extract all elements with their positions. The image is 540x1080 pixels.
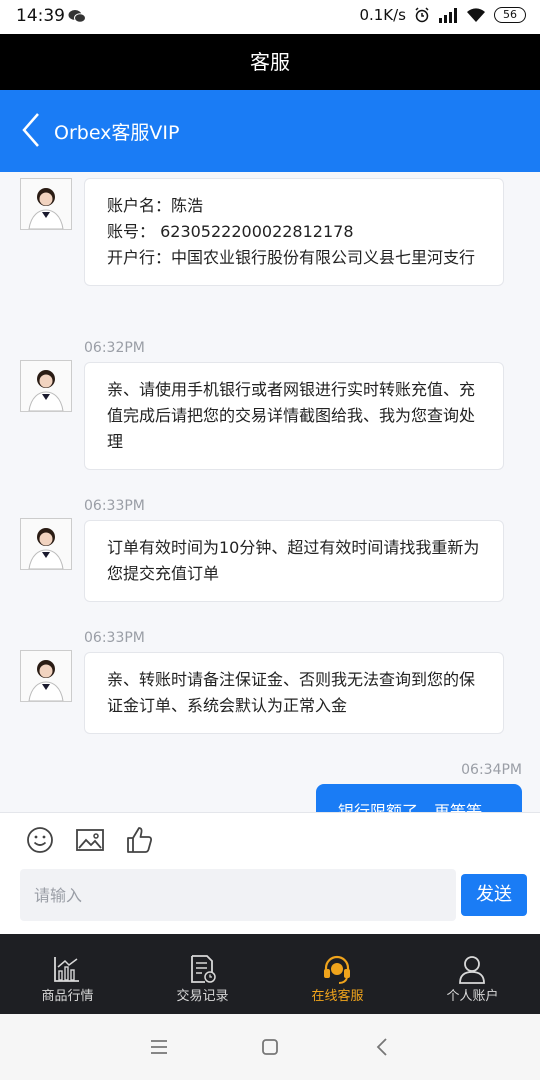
tab-label: 交易记录 — [176, 989, 229, 1004]
agent-avatar[interactable] — [20, 650, 72, 702]
composer: 发送 — [0, 812, 540, 935]
send-button[interactable]: 发送 — [461, 874, 527, 916]
message-bubble: 亲、请使用手机银行或者网银进行实时转账充值、充值完成后请把您的交易详情截图给我、… — [84, 362, 504, 470]
tab-online-service[interactable]: 在线客服 — [270, 934, 405, 1014]
system-nav-bar — [0, 1014, 540, 1080]
back-icon[interactable] — [372, 1036, 394, 1058]
home-icon[interactable] — [259, 1036, 281, 1058]
alarm-icon — [415, 7, 429, 23]
message-text: 亲、请使用手机银行或者网银进行实时转账充值、充值完成后请把您的交易详情截图给我、… — [107, 380, 476, 451]
agent-avatar[interactable] — [20, 518, 72, 570]
message-bubble: 亲、转账时请备注保证金、否则我无法查询到您的保证金订单、系统会默认为正常入金 — [84, 652, 504, 734]
chat-messages[interactable]: 账户名：陈浩 账号： 6230522200022812178 开户行：中国农业银… — [0, 172, 540, 812]
agent-avatar[interactable] — [20, 360, 72, 412]
chart-icon — [54, 957, 79, 982]
menu-icon[interactable] — [148, 1036, 170, 1058]
wechat-icon — [68, 10, 86, 23]
tab-label: 在线客服 — [311, 989, 364, 1004]
message-input[interactable] — [20, 869, 456, 921]
wifi-icon — [467, 8, 485, 22]
battery-icon: 56 — [494, 7, 526, 23]
tab-label: 个人账户 — [446, 989, 499, 1004]
network-speed: 0.1K/s — [359, 6, 406, 24]
message-time: 06:33PM — [84, 498, 145, 514]
message-line: 账号： 6230522200022812178 — [107, 222, 354, 241]
tab-personal-account[interactable]: 个人账户 — [405, 934, 540, 1014]
document-clock-icon — [191, 955, 216, 983]
tab-market[interactable]: 商品行情 — [0, 934, 135, 1014]
tab-trade-records[interactable]: 交易记录 — [135, 934, 270, 1014]
headset-icon — [324, 955, 350, 984]
back-arrow-icon[interactable] — [20, 110, 42, 150]
tab-label: 商品行情 — [41, 989, 94, 1004]
message-time: 06:33PM — [84, 630, 145, 646]
message-line: 开户行：中国农业银行股份有限公司义县七里河支行 — [107, 248, 476, 267]
bottom-tab-bar: 商品行情 交易记录 在线客服 个人账户 — [0, 934, 540, 1014]
message-text: 订单有效时间为10分钟、超过有效时间请找我重新为您提交充值订单 — [107, 538, 480, 583]
emoji-icon[interactable] — [25, 825, 55, 855]
message-bubble: 账户名：陈浩 账号： 6230522200022812178 开户行：中国农业银… — [84, 178, 504, 286]
status-time: 14:39 — [16, 6, 65, 26]
image-icon[interactable] — [75, 825, 105, 855]
person-icon — [459, 956, 485, 984]
agent-avatar[interactable] — [20, 178, 72, 230]
message-time: 06:32PM — [84, 340, 145, 356]
status-right: 0.1K/s 56 — [359, 6, 526, 24]
message-text: 亲、转账时请备注保证金、否则我无法查询到您的保证金订单、系统会默认为正常入金 — [107, 670, 476, 715]
chat-header: Orbex客服VIP — [0, 90, 540, 172]
message-line: 账户名：陈浩 — [107, 196, 204, 215]
page-title: 客服 — [0, 34, 540, 90]
chat-title: Orbex客服VIP — [54, 122, 180, 144]
message-time: 06:34PM — [461, 762, 522, 778]
message-bubble: 订单有效时间为10分钟、超过有效时间请找我重新为您提交充值订单 — [84, 520, 504, 602]
outgoing-message-bubble: 银行限额了，再等等 — [316, 784, 522, 812]
status-bar: 14:39 0.1K/s 56 — [0, 0, 540, 34]
thumbs-up-icon[interactable] — [125, 825, 155, 855]
signal-icon — [439, 8, 457, 23]
